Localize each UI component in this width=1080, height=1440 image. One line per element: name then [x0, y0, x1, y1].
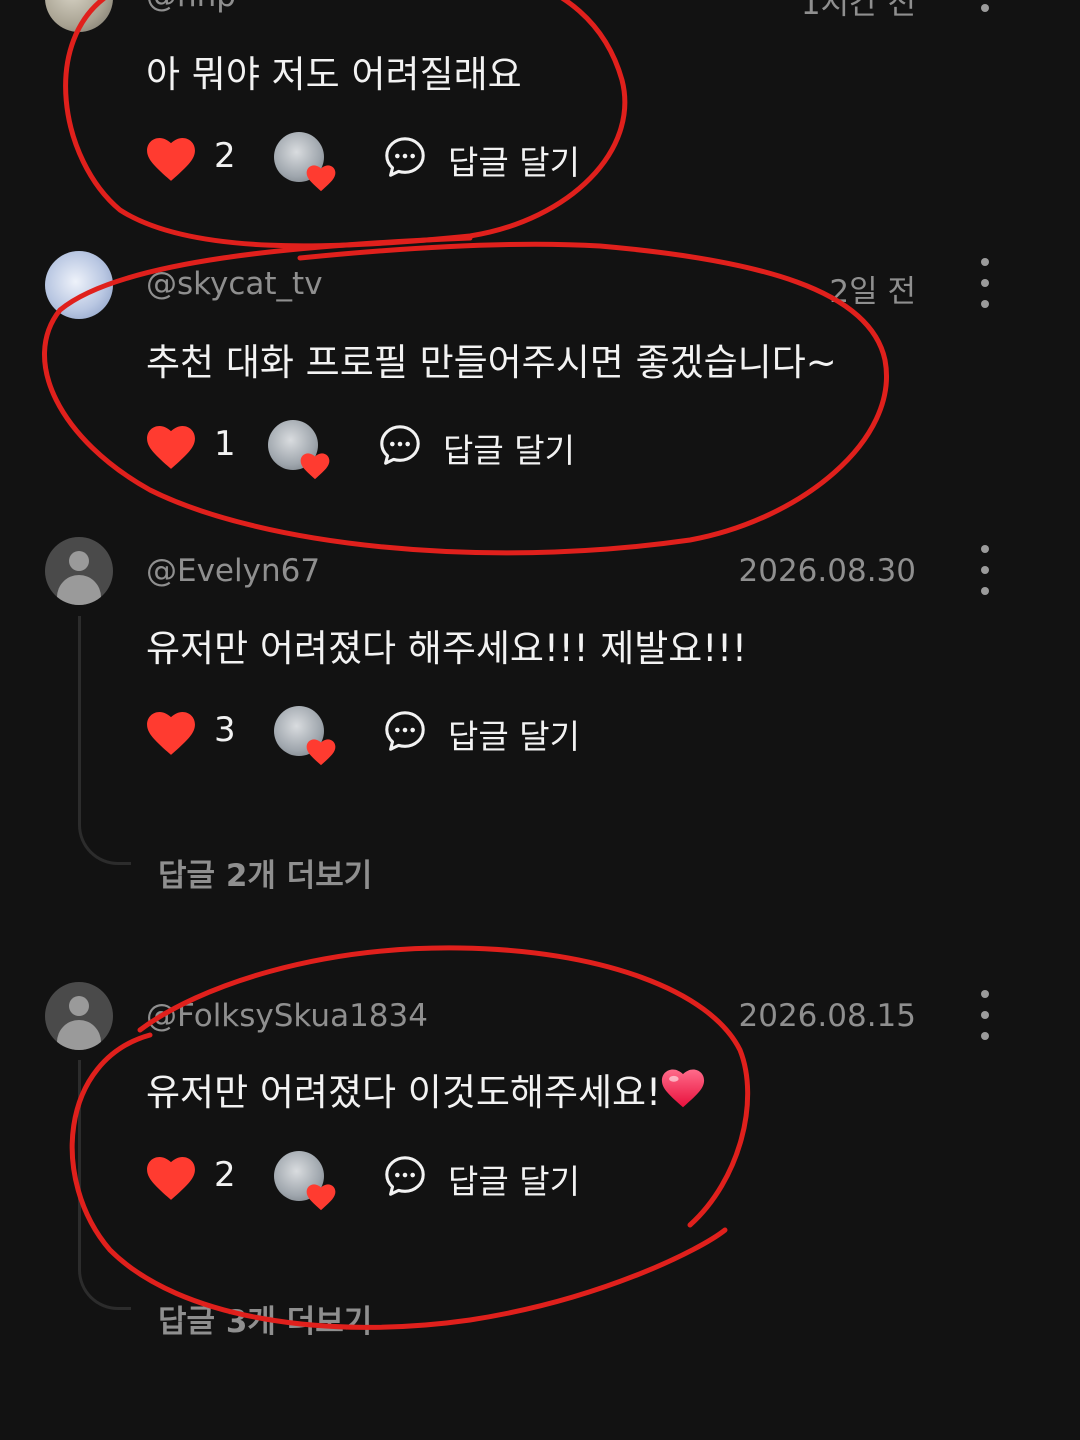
- like-heart-icon[interactable]: [146, 424, 196, 470]
- avatar[interactable]: [45, 0, 113, 32]
- comment-actions: 1 답글 달기: [146, 420, 846, 480]
- comment-actions: 3 답글 달기: [146, 706, 846, 766]
- like-heart-icon[interactable]: [146, 710, 196, 756]
- comment-actions: 2 답글 달기: [146, 1151, 846, 1211]
- creator-heart-icon: [306, 1184, 336, 1211]
- chat-bubble-icon: [385, 711, 425, 751]
- view-more-replies-link[interactable]: 답글 3개 더보기: [158, 1296, 372, 1341]
- more-options-icon[interactable]: [978, 0, 992, 24]
- comment-time: 2026.08.15: [738, 998, 917, 1034]
- comment-time: 1시간 전: [800, 0, 916, 22]
- comment-username[interactable]: @skycat_tv: [146, 266, 323, 302]
- comment-actions: 2 답글 달기: [146, 132, 846, 192]
- heart-emoji-icon: [661, 1069, 705, 1108]
- default-avatar-head: [69, 996, 89, 1016]
- comment-time: 2일 전: [829, 274, 916, 310]
- comment-username[interactable]: @FolksySkua1834: [146, 998, 428, 1034]
- thread-connector: [78, 1060, 131, 1310]
- like-heart-icon[interactable]: [146, 1155, 196, 1201]
- creator-heart-icon: [306, 739, 336, 766]
- creator-heart-icon: [306, 165, 336, 192]
- reply-label: 답글 달기: [443, 431, 575, 470]
- view-more-replies-link[interactable]: 답글 2개 더보기: [158, 850, 372, 895]
- comment-text: 유저만 어려졌다 해주세요!!! 제발요!!!: [146, 627, 747, 670]
- comment-time: 2026.08.30: [738, 553, 917, 589]
- reply-label: 답글 달기: [448, 1162, 580, 1201]
- reply-button[interactable]: 답글 달기: [382, 1153, 602, 1203]
- comment-username[interactable]: @hnp: [146, 0, 236, 14]
- chat-bubble-icon: [380, 425, 420, 465]
- avatar[interactable]: [45, 982, 113, 1050]
- avatar[interactable]: [45, 537, 113, 605]
- creator-heart-icon: [300, 453, 330, 480]
- reply-label: 답글 달기: [448, 143, 580, 182]
- comment-text: 유저만 어려졌다 이것도해주세요!: [146, 1062, 705, 1116]
- chat-bubble-icon: [385, 137, 425, 177]
- comment-text: 아 뭐야 저도 어려질래요: [146, 53, 522, 96]
- default-avatar-body: [57, 1020, 101, 1050]
- reply-label: 답글 달기: [448, 717, 580, 756]
- reply-button[interactable]: 답글 달기: [382, 134, 602, 184]
- like-count: 2: [214, 1155, 236, 1195]
- comment-text: 추천 대화 프로필 만들어주시면 좋겠습니다~: [146, 341, 837, 384]
- chat-bubble-icon: [385, 1156, 425, 1196]
- like-count: 2: [214, 136, 236, 176]
- default-avatar-head: [69, 551, 89, 571]
- comment-username[interactable]: @Evelyn67: [146, 553, 320, 589]
- avatar[interactable]: [45, 251, 113, 319]
- more-options-icon[interactable]: [978, 990, 992, 1044]
- more-options-icon[interactable]: [978, 545, 992, 599]
- default-avatar-body: [57, 575, 101, 605]
- reply-button[interactable]: 답글 달기: [382, 708, 602, 758]
- like-heart-icon[interactable]: [146, 136, 196, 182]
- reply-button[interactable]: 답글 달기: [377, 422, 597, 472]
- annotation-circle-1: [63, 0, 628, 249]
- comment-text-body: 유저만 어려졌다 이것도해주세요!: [146, 1071, 661, 1114]
- like-count: 3: [214, 710, 236, 750]
- like-count: 1: [214, 424, 236, 464]
- thread-connector: [78, 616, 131, 865]
- more-options-icon[interactable]: [978, 258, 992, 312]
